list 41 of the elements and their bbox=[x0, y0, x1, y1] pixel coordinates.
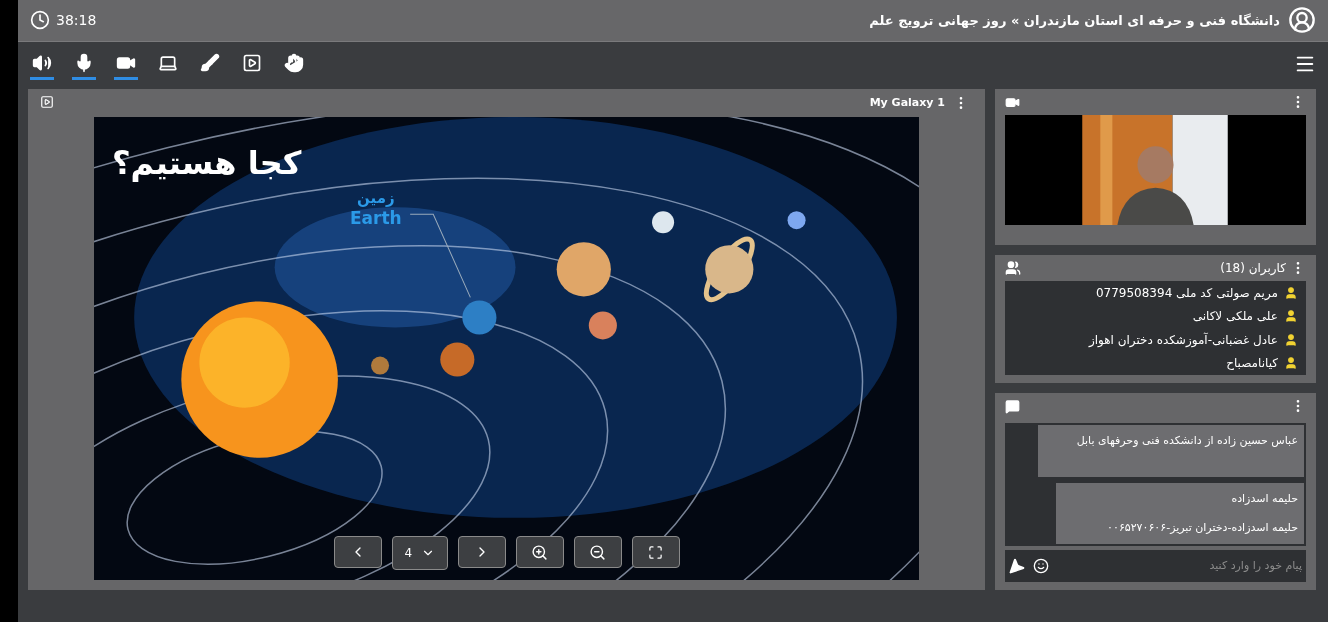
user-icon bbox=[1284, 309, 1298, 324]
zoom-out-button[interactable] bbox=[573, 536, 622, 568]
fullscreen-icon bbox=[648, 544, 663, 560]
planet-label: زمین bbox=[357, 189, 395, 208]
user-name[interactable]: عادل غضبانی-آموزشکده دختران اهواز bbox=[1088, 330, 1278, 349]
zoom-out-icon bbox=[589, 543, 606, 561]
message-text: عباس حسین زاده از دانشکده فنی وحرفهای بابل bbox=[1075, 433, 1298, 449]
previous-button[interactable] bbox=[333, 536, 382, 568]
next-button[interactable] bbox=[457, 536, 506, 568]
play-square-icon bbox=[242, 52, 262, 73]
microphone-icon bbox=[74, 52, 94, 73]
planet-label: Earth bbox=[350, 207, 402, 229]
message-text: حلیمه اسدزاده-دختران تبریز-۰۰۶۵۲۷۰۶۰۶ bbox=[1106, 519, 1298, 536]
fullscreen-button[interactable] bbox=[631, 536, 680, 568]
message-input[interactable]: پیام خود را وارد کنید bbox=[1057, 557, 1302, 575]
clock-icon bbox=[30, 10, 50, 31]
page-select[interactable]: 4 bbox=[391, 536, 448, 570]
slide-heading: کجا هستیم؟ bbox=[112, 143, 302, 184]
send-icon[interactable] bbox=[1009, 558, 1025, 574]
zoom-in-button[interactable] bbox=[515, 536, 564, 568]
brush-icon bbox=[200, 52, 220, 73]
users-icon bbox=[1005, 260, 1021, 276]
message-field[interactable]: پیام خود را وارد کنید bbox=[1005, 550, 1306, 582]
emoji-icon[interactable] bbox=[1033, 558, 1049, 574]
user-name[interactable]: کیانامصباح bbox=[1226, 354, 1278, 373]
breadcrumb: دانشگاه فنی و حرفه ای استان مازندران » روز جهانی ترویج علم bbox=[869, 11, 1280, 30]
message-text: حلیمه اسدزاده bbox=[1230, 491, 1298, 507]
hand-icon bbox=[284, 52, 304, 73]
user-icon bbox=[1284, 332, 1298, 347]
session-timer: 38:18 bbox=[56, 10, 97, 30]
chat-icon bbox=[1005, 398, 1020, 414]
zoom-in-icon bbox=[531, 543, 548, 561]
users-title: کاربران (18) bbox=[1220, 260, 1286, 277]
presentation-icon[interactable] bbox=[40, 95, 54, 109]
speaker-icon bbox=[32, 52, 52, 73]
user-name[interactable]: مریم صولتی کد ملی 0779508394 bbox=[1095, 283, 1278, 302]
presentation-title: My Galaxy 1 bbox=[869, 94, 945, 111]
user-icon bbox=[1284, 285, 1298, 300]
avatar-icon[interactable] bbox=[1288, 6, 1316, 35]
user-name[interactable]: علی ملکی لاکانی bbox=[1192, 307, 1278, 326]
user-icon bbox=[1284, 356, 1298, 371]
